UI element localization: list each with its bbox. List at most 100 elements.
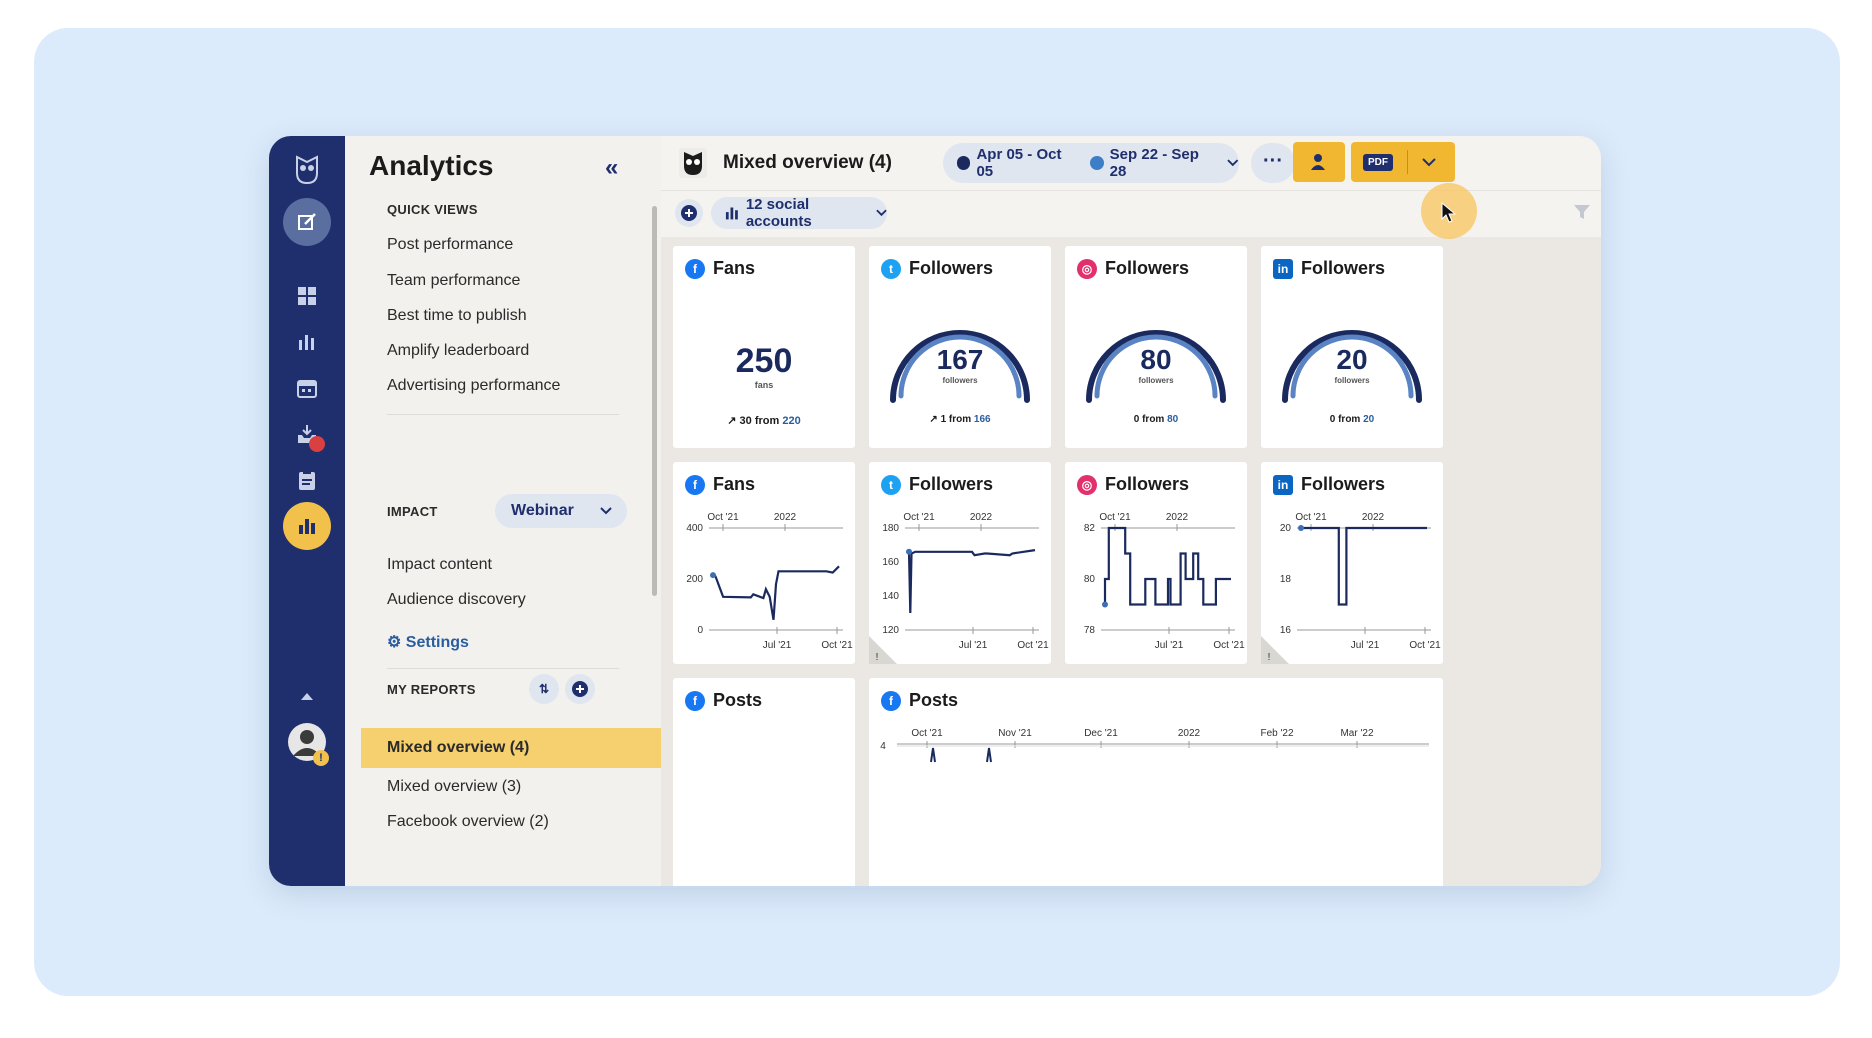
- delta-from: from: [754, 415, 780, 427]
- x-tick-label: Mar '22: [1340, 728, 1373, 739]
- y-tick-label: 78: [1084, 625, 1096, 636]
- card-title: Fans: [713, 258, 756, 278]
- delta-value: 0: [1329, 414, 1336, 425]
- nav-item-best-time[interactable]: Best time to publish: [387, 307, 527, 325]
- chart-card-linkedin-followers: in Followers Oct '21 2022 Jul '21 Oct '21 20…: [1261, 462, 1443, 664]
- analytics-icon[interactable]: [283, 502, 331, 550]
- gear-icon: ⚙: [387, 634, 402, 651]
- streams-icon[interactable]: [283, 318, 331, 366]
- y-tick-label: 120: [882, 625, 899, 636]
- linkedin-icon: in: [1273, 258, 1293, 279]
- metric-delta: ↗ 1 from 166: [869, 414, 1051, 425]
- card-header: in Followers: [1273, 258, 1385, 279]
- series-start-point: [1102, 601, 1108, 608]
- series-spike: [930, 747, 936, 763]
- export-pdf-button[interactable]: PDF: [1351, 142, 1455, 182]
- card-header: t Followers: [881, 258, 993, 279]
- delta-from: from: [1338, 414, 1361, 425]
- x-tick-label: Jul '21: [959, 640, 988, 651]
- impact-dropdown[interactable]: Webinar: [495, 494, 627, 528]
- x-tick-label: Oct '21: [1295, 512, 1327, 523]
- trend-up-icon: ↗: [929, 414, 938, 425]
- x-tick-label: 2022: [1166, 512, 1189, 523]
- card-header: ◎ Followers: [1077, 258, 1189, 279]
- dashboard-icon[interactable]: [283, 272, 331, 320]
- sort-reports-button[interactable]: ⇅: [529, 674, 559, 704]
- line-chart: Oct '21 2022Jul '21 Oct '21828078: [1084, 512, 1245, 651]
- posts-chart: Oct '21 Nov '21 Dec '21 2022 Feb '22 Mar '22 4: [880, 728, 1429, 763]
- nav-item-post-performance[interactable]: Post performance: [387, 236, 513, 254]
- card-title: Followers: [909, 474, 994, 494]
- analytics-nav-panel: Analytics « QUICK VIEWS Post performance…: [345, 136, 661, 886]
- card-header: ◎ Followers: [1077, 474, 1189, 495]
- settings-link[interactable]: ⚙ Settings: [387, 632, 469, 652]
- x-tick-label: Oct '21: [707, 512, 739, 523]
- divider: [387, 414, 619, 415]
- previous-value: 220: [782, 415, 801, 427]
- line-chart: Oct '21 2022 Jul '21 Oct '21 180 160 140 120!: [869, 512, 1049, 664]
- add-report-button[interactable]: [565, 674, 595, 704]
- date-range-selector[interactable]: Apr 05 - Oct 05 Sep 22 - Sep 28: [943, 143, 1239, 183]
- nav-item-amplify-leaderboard[interactable]: Amplify leaderboard: [387, 342, 529, 360]
- avatar[interactable]: !: [283, 718, 331, 766]
- y-tick-label: 20: [1280, 523, 1292, 534]
- summary-card-linkedin-followers: in Followers 20 followers 0 from 20: [1261, 246, 1443, 448]
- calendar-icon[interactable]: [283, 364, 331, 412]
- delta-value: 0: [1133, 414, 1140, 425]
- chevron-up-icon[interactable]: [283, 672, 331, 720]
- series-line: [712, 565, 840, 620]
- assignments-icon[interactable]: [283, 456, 331, 504]
- posts-card-small: f Posts: [673, 678, 855, 886]
- metric-unit: followers: [1334, 376, 1370, 385]
- report-item-facebook-overview-2[interactable]: Facebook overview (2): [387, 813, 549, 831]
- owl-icon: [679, 148, 707, 183]
- plus-circle-icon: [572, 681, 588, 697]
- x-tick-label: Jul '21: [1351, 640, 1380, 651]
- nav-item-impact-content[interactable]: Impact content: [387, 556, 492, 574]
- chevron-down-icon: [1227, 159, 1239, 167]
- report-title: Mixed overview (4): [723, 152, 892, 173]
- report-item-mixed-overview-4[interactable]: Mixed overview (4): [361, 728, 661, 768]
- left-rail: !: [269, 136, 345, 886]
- trend-up-icon: ↗: [727, 415, 737, 427]
- twitter-icon: t: [881, 258, 901, 279]
- card-title: Followers: [1105, 258, 1190, 278]
- x-tick-label: Feb '22: [1260, 728, 1293, 739]
- y-tick-label: 200: [686, 574, 703, 585]
- nav-item-team-performance[interactable]: Team performance: [387, 272, 520, 290]
- social-accounts-label: 12 social accounts: [745, 196, 812, 230]
- more-options-button[interactable]: ···: [1251, 143, 1295, 183]
- share-user-button[interactable]: [1293, 142, 1345, 182]
- notification-dot: [309, 436, 325, 452]
- nav-title: Analytics: [369, 150, 494, 181]
- y-tick-label: 0: [697, 625, 703, 636]
- quick-views-label: QUICK VIEWS: [387, 202, 478, 217]
- inbox-icon[interactable]: [283, 410, 331, 458]
- app-window: ! Analytics « QUICK VIEWS Post performan…: [269, 136, 1601, 886]
- filter-icon[interactable]: [1573, 203, 1591, 226]
- card-header: f Posts: [881, 690, 958, 711]
- compose-icon[interactable]: [283, 198, 331, 246]
- card-header: f Posts: [685, 690, 762, 711]
- metric-value: 250: [735, 342, 793, 380]
- nav-item-advertising[interactable]: Advertising performance: [387, 377, 560, 395]
- series-line: [907, 549, 1036, 614]
- series-start-point: [906, 548, 912, 555]
- report-item-mixed-overview-3[interactable]: Mixed overview (3): [387, 778, 521, 796]
- x-tick-label: Oct '21: [1213, 640, 1245, 651]
- impact-dropdown-value: Webinar: [511, 502, 574, 519]
- previous-value: 166: [973, 414, 991, 425]
- metric-unit: fans: [754, 380, 774, 390]
- owl-logo-icon[interactable]: [283, 146, 331, 194]
- nav-scrollbar[interactable]: [652, 206, 657, 596]
- facebook-icon: f: [685, 258, 705, 279]
- social-accounts-selector[interactable]: 12 social accounts: [711, 196, 887, 230]
- add-filter-button[interactable]: [675, 199, 703, 227]
- chevron-down-icon[interactable]: [1422, 157, 1436, 167]
- date-range-compare: Sep 22 - Sep 28: [1109, 146, 1199, 180]
- card-title: Posts: [909, 690, 959, 710]
- collapse-panel-icon[interactable]: «: [605, 154, 618, 182]
- series-start-point: [710, 572, 716, 579]
- nav-item-audience-discovery[interactable]: Audience discovery: [387, 591, 526, 609]
- series-line: [1103, 526, 1231, 606]
